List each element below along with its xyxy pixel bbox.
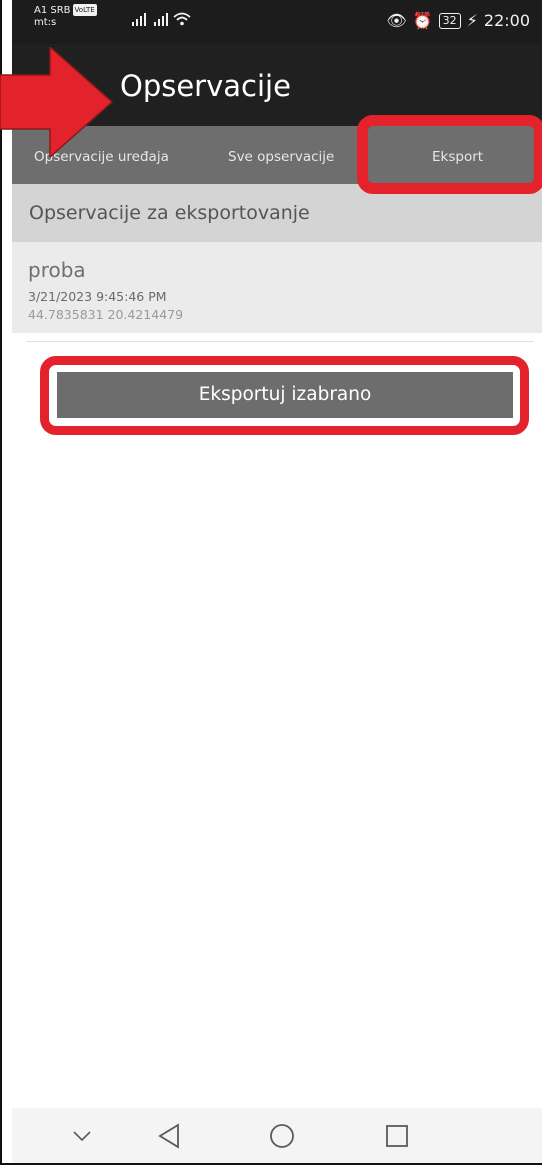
volte-badge: VoLTE <box>72 4 97 16</box>
signal-icon <box>132 12 191 26</box>
tab-all-observations[interactable]: Sve opservacije <box>228 126 334 184</box>
observation-datetime: 3/21/2023 9:45:46 PM <box>28 289 167 304</box>
home-circle-icon[interactable] <box>267 1108 297 1163</box>
alarm-icon: ⏰ <box>412 11 433 30</box>
clock: 22:00 <box>483 11 530 30</box>
battery-icon: 32 <box>438 12 461 29</box>
carrier-label: A1 SRB <box>34 5 71 16</box>
section-title: Opservacije za eksportovanje <box>29 202 310 224</box>
observation-coords: 44.7835831 20.4214479 <box>28 307 184 322</box>
chevron-down-icon[interactable] <box>67 1108 97 1163</box>
charging-icon: ⚡ <box>466 11 478 30</box>
status-right: 👁 ⏰ 32 ⚡ 22:00 <box>386 11 530 30</box>
highlight-export-button <box>40 356 529 435</box>
divider <box>26 341 534 342</box>
page-title: Opservacije <box>120 69 291 103</box>
highlight-export-tab <box>357 115 542 194</box>
carrier-info: A1 SRB VoLTE mt:s <box>34 4 97 29</box>
status-bar: A1 SRB VoLTE mt:s 👁 ⏰ 32 ⚡ 22:00 <box>12 0 542 44</box>
back-triangle-icon[interactable] <box>152 1108 186 1163</box>
recent-square-icon[interactable] <box>382 1108 412 1163</box>
nav-bar <box>12 1108 542 1163</box>
signal-icons <box>130 10 194 32</box>
eye-icon: 👁 <box>386 11 407 30</box>
list-item[interactable]: proba 3/21/2023 9:45:46 PM 44.7835831 20… <box>12 242 542 333</box>
carrier2-label: mt:s <box>34 17 57 28</box>
arrow-pointer-icon <box>0 47 114 157</box>
observation-name: proba <box>28 258 86 282</box>
